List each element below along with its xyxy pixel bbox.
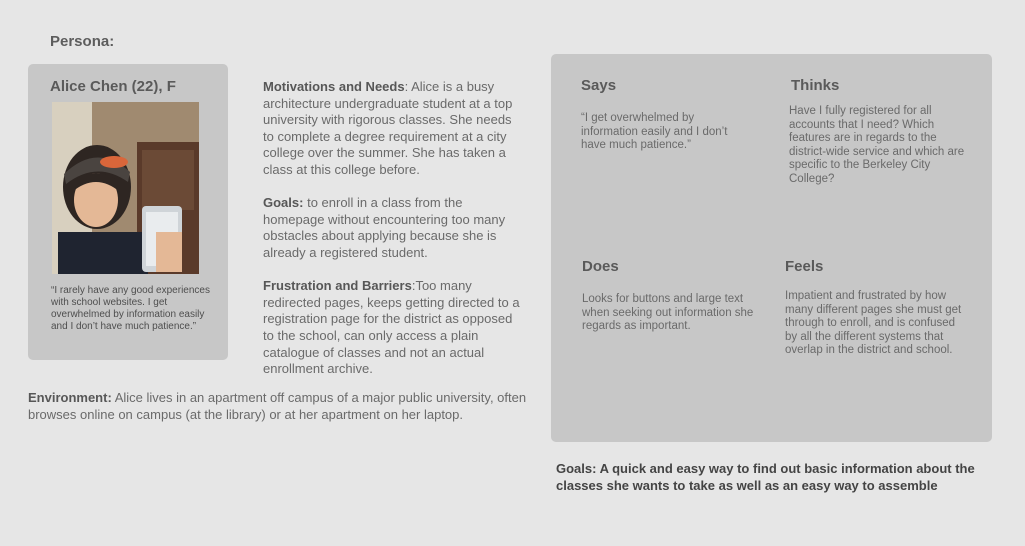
frustrations-section: Frustration and Barriers:Too many redire… xyxy=(263,278,525,378)
does-title: Does xyxy=(582,258,619,275)
says-title: Says xyxy=(581,77,617,94)
persona-details: Motivations and Needs: Alice is a busy a… xyxy=(263,79,525,394)
environment-section: Environment: Alice lives in an apartment… xyxy=(28,390,528,423)
feels-title: Feels xyxy=(785,258,824,275)
goals-section: Goals: to enroll in a class from the hom… xyxy=(263,195,525,261)
empathy-map: Says “I get overwhelmed by information e… xyxy=(551,54,992,442)
persona-quote: “I rarely have any good experiences with… xyxy=(51,285,210,332)
design-goals: Goals: A quick and easy way to find out … xyxy=(556,461,975,493)
frustrations-heading: Frustration and Barriers xyxy=(263,278,412,294)
persona-name: Alice Chen (22), F xyxy=(50,78,176,95)
thinks-text: Have I fully registered for all accounts… xyxy=(789,105,965,185)
motivations-heading: Motivations and Needs xyxy=(263,79,405,94)
motivations-section: Motivations and Needs: Alice is a busy a… xyxy=(263,79,525,179)
persona-card: Alice Chen (22), F “I rarely have any go… xyxy=(28,64,228,360)
says-text: “I get overwhelmed by information easily… xyxy=(581,112,728,152)
persona-photo-illustration xyxy=(52,102,199,274)
thinks-title: Thinks xyxy=(791,77,840,94)
page-title: Persona: xyxy=(50,33,115,50)
environment-heading: Environment: xyxy=(28,390,112,405)
feels-text: Impatient and frustrated by how many dif… xyxy=(785,290,962,357)
goals-heading: Goals: xyxy=(263,195,304,211)
does-text: Looks for buttons and large text when se… xyxy=(582,293,754,333)
persona-photo xyxy=(52,102,199,274)
